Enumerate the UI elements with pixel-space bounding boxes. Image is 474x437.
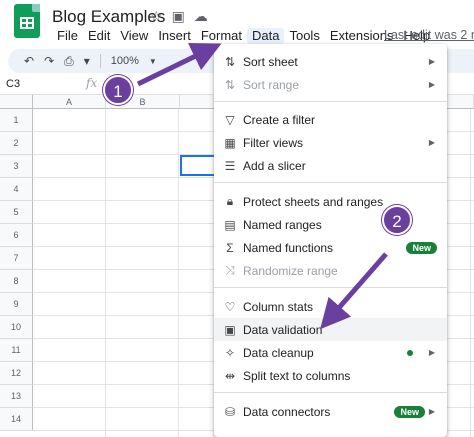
submenu-arrow-icon: ▶ (428, 407, 435, 416)
menu-item-data-validation[interactable]: ▣ Data validation (214, 318, 447, 341)
menu-item-data-cleanup[interactable]: ✧ Data cleanup ▶ (214, 341, 447, 364)
menu-bar: File Edit View Insert Format Data Tools … (52, 28, 435, 44)
sigma-icon: Σ (226, 240, 234, 255)
menu-item-label: Protect sheets and ranges (243, 194, 384, 209)
row-header[interactable]: 12 (0, 362, 33, 385)
menu-format[interactable]: Format (196, 28, 247, 44)
data-menu-dropdown: ⇅ Sort sheet ▶ ⇅ Sort range ▶ ▽ Create a… (214, 44, 447, 437)
menu-item-label: Data validation (243, 322, 323, 337)
menu-item-split-text[interactable]: ⇹ Split text to columns (214, 364, 447, 387)
sort-icon: ⇅ (224, 54, 236, 69)
shuffle-icon: ⤨ (225, 263, 235, 277)
submenu-arrow-icon: ▶ (428, 138, 435, 147)
menu-divider (214, 101, 447, 102)
menu-item-filter-views[interactable]: ▦ Filter views ▶ (214, 131, 447, 154)
menu-item-sort-sheet[interactable]: ⇅ Sort sheet ▶ (214, 50, 447, 73)
step-1-callout: 1 (103, 75, 133, 105)
title-bar: Blog Examples ☆ ▣ ☁ File Edit View Inser… (0, 0, 474, 48)
row-header[interactable]: 10 (0, 316, 33, 339)
menu-item-label: Sort sheet (243, 54, 298, 69)
step-2-callout: 2 (382, 205, 412, 235)
star-icon[interactable]: ☆ (150, 8, 163, 25)
row-header[interactable]: 5 (0, 201, 33, 224)
cloud-status-icon[interactable]: ☁ (194, 8, 208, 25)
menu-item-label: Column stats (243, 299, 314, 314)
document-title[interactable]: Blog Examples (52, 7, 165, 27)
submenu-arrow-icon: ▶ (428, 80, 435, 89)
submenu-arrow-icon: ▶ (428, 348, 435, 357)
validation-icon: ▣ (224, 322, 236, 337)
title-actions: ☆ ▣ ☁ (150, 8, 208, 25)
column-header-a[interactable]: A (33, 95, 106, 109)
menu-item-create-filter[interactable]: ▽ Create a filter (214, 108, 447, 131)
sheets-logo-icon[interactable] (14, 4, 40, 38)
row-header[interactable]: 13 (0, 385, 33, 408)
row-header[interactable]: 7 (0, 247, 33, 270)
menu-divider (214, 287, 447, 288)
new-badge: New (406, 241, 437, 254)
menu-tools[interactable]: Tools (284, 28, 324, 44)
filter-views-icon: ▦ (224, 135, 236, 150)
menu-item-label: Named functions (243, 240, 334, 255)
undo-icon[interactable]: ↶ (24, 54, 34, 68)
row-header[interactable]: 4 (0, 178, 33, 201)
menu-item-column-stats[interactable]: ♡ Column stats (214, 295, 447, 318)
lock-icon: 🔒︎ (226, 194, 234, 208)
last-edit-link[interactable]: Last edit was 2 min (384, 28, 474, 42)
sort-icon: ⇅ (224, 77, 236, 92)
filter-icon: ▽ (225, 112, 235, 127)
named-ranges-icon: ▤ (224, 217, 236, 232)
zoom-select[interactable]: 100% (111, 55, 139, 67)
submenu-arrow-icon: ▶ (428, 57, 435, 66)
new-indicator-dot (407, 349, 413, 356)
menu-file[interactable]: File (52, 28, 83, 44)
menu-item-label: Split text to columns (243, 368, 351, 383)
menu-item-label: Add a slicer (243, 158, 306, 173)
menu-item-label: Create a filter (243, 112, 316, 127)
menu-item-label: Data cleanup (243, 345, 314, 360)
fx-icon: fx (86, 76, 98, 90)
name-box[interactable]: C3 (6, 78, 20, 90)
menu-view[interactable]: View (115, 28, 153, 44)
toolbar-divider (99, 54, 101, 68)
menu-item-label: Data connectors (243, 404, 331, 419)
move-folder-icon[interactable]: ▣ (172, 8, 185, 25)
print-icon[interactable]: ⎙ (64, 54, 74, 69)
menu-item-label: Randomize range (243, 263, 338, 278)
row-header[interactable]: 1 (0, 109, 33, 132)
lightbulb-icon: ♡ (224, 299, 236, 314)
menu-item-named-ranges[interactable]: ▤ Named ranges (214, 213, 447, 236)
menu-divider (214, 392, 447, 393)
select-all-corner[interactable] (0, 95, 33, 109)
menu-item-label: Filter views (243, 135, 304, 150)
split-icon: ⇹ (224, 368, 236, 383)
menu-item-sort-range: ⇅ Sort range ▶ (214, 73, 447, 96)
row-header[interactable]: 8 (0, 270, 33, 293)
row-header[interactable]: 11 (0, 339, 33, 362)
redo-icon[interactable]: ↷ (44, 54, 54, 68)
row-header[interactable]: 6 (0, 224, 33, 247)
row-header[interactable]: 3 (0, 155, 33, 178)
database-icon: ⛁ (224, 404, 236, 419)
menu-item-label: Named ranges (243, 217, 322, 232)
menu-data[interactable]: Data (247, 28, 285, 44)
row-header[interactable]: 2 (0, 132, 33, 155)
chevron-down-icon[interactable]: ▼ (149, 57, 157, 66)
menu-item-protect-sheets[interactable]: 🔒︎ Protect sheets and ranges (214, 190, 447, 213)
menu-item-randomize-range: ⤨ Randomize range (214, 259, 447, 282)
paint-format-icon[interactable]: ▾ (84, 54, 90, 68)
selected-cell-c3[interactable] (180, 155, 216, 176)
menu-item-label: Sort range (243, 77, 300, 92)
slicer-icon: ☰ (224, 158, 236, 173)
menu-item-named-functions[interactable]: Σ Named functions New (214, 236, 447, 259)
menu-edit[interactable]: Edit (83, 28, 115, 44)
magic-wand-icon: ✧ (224, 345, 236, 360)
row-header[interactable]: 14 (0, 408, 33, 431)
menu-item-data-connectors[interactable]: ⛁ Data connectors New ▶ (214, 400, 447, 423)
menu-insert[interactable]: Insert (153, 28, 196, 44)
menu-item-add-slicer[interactable]: ☰ Add a slicer (214, 154, 447, 177)
menu-divider (214, 182, 447, 183)
row-header[interactable]: 9 (0, 293, 33, 316)
new-badge: New (394, 405, 425, 418)
